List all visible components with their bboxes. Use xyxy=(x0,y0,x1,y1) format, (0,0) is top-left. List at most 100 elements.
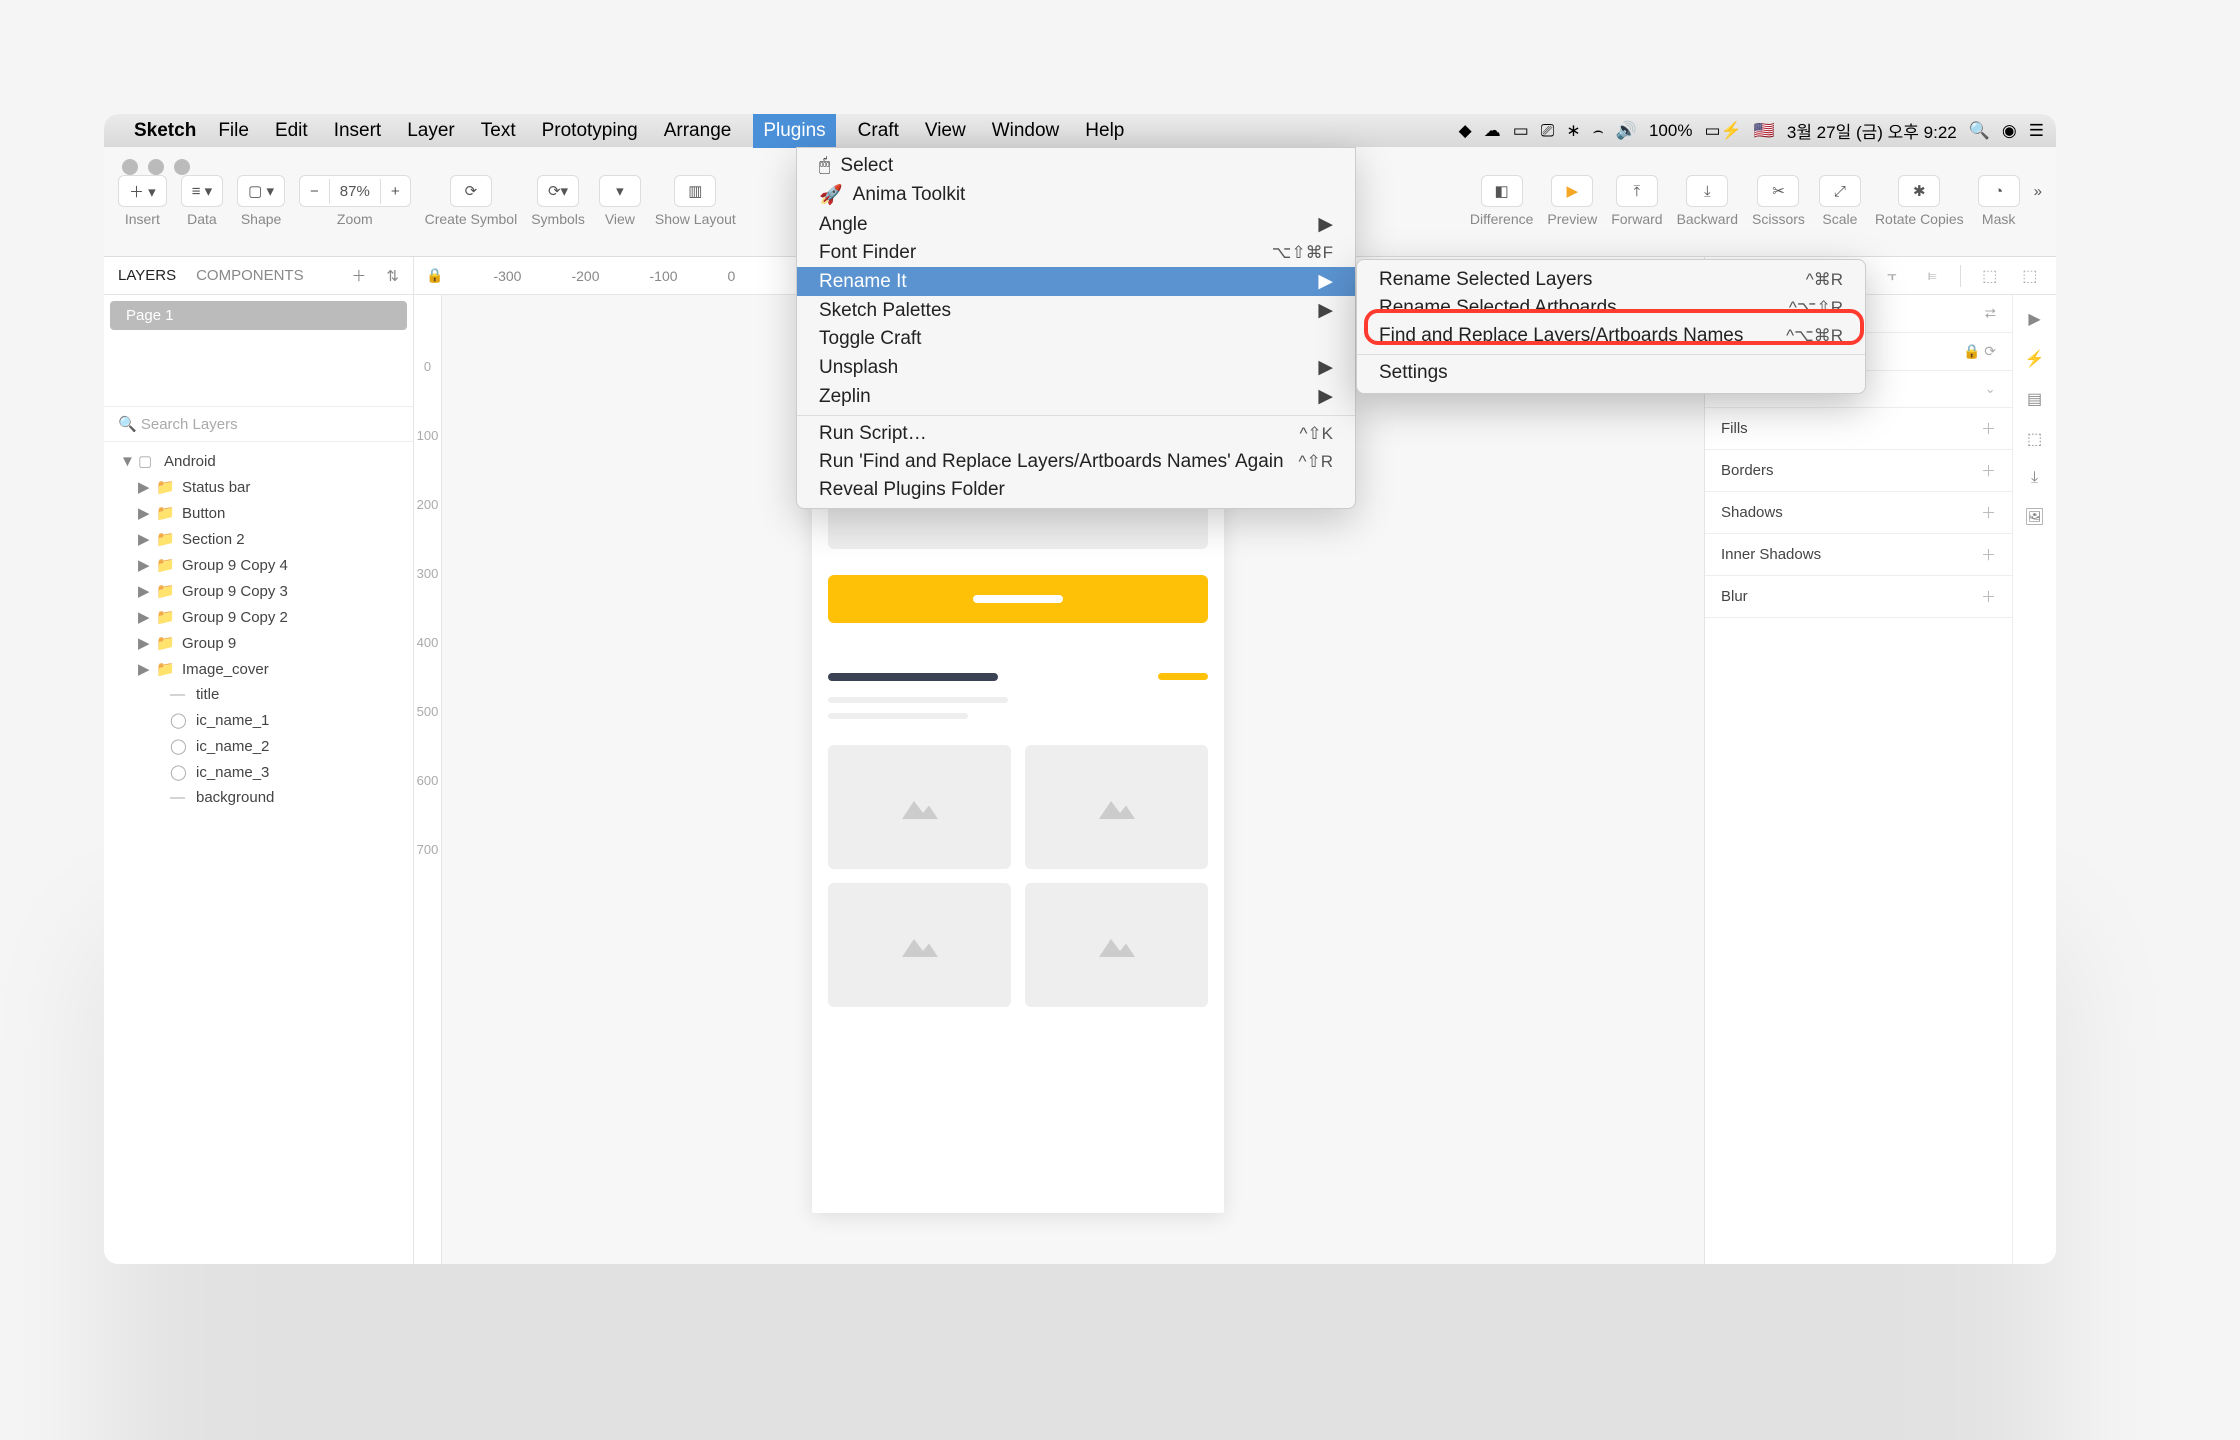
align-bottom-icon[interactable]: ⫢ xyxy=(1920,264,1944,288)
rename-submenu-item[interactable]: Settings xyxy=(1357,359,1865,387)
page-item[interactable]: Page 1 xyxy=(110,301,407,330)
tab-components[interactable]: COMPONENTS xyxy=(196,267,304,284)
plugins-menu-item[interactable]: Unsplash▶ xyxy=(797,353,1355,382)
section-blur[interactable]: Blur xyxy=(1721,588,1748,605)
filter-icon[interactable]: ⇅ xyxy=(386,267,399,285)
siri-icon[interactable]: ◉ xyxy=(2002,121,2017,141)
mask-button[interactable]: ◔ xyxy=(1978,175,2020,207)
spotlight-icon[interactable]: 🔍 xyxy=(1969,121,1990,141)
menu-window[interactable]: Window xyxy=(988,120,1064,142)
layer-row[interactable]: ▶📁Image_cover xyxy=(104,656,413,682)
zoom-out-button[interactable]: − xyxy=(300,179,329,204)
zoom-value[interactable]: 87% xyxy=(329,179,380,204)
difference-button[interactable]: ◧ xyxy=(1481,175,1523,207)
plugins-menu-item[interactable]: 🚀Anima Toolkit xyxy=(797,180,1355,210)
add-page-icon[interactable]: ＋ xyxy=(351,265,366,286)
preview-button[interactable]: ▶ xyxy=(1551,175,1593,207)
maximize-window-icon[interactable] xyxy=(174,159,190,175)
layer-row[interactable]: ◯ic_name_3 xyxy=(104,759,413,785)
layer-row[interactable]: ▶📁Group 9 Copy 4 xyxy=(104,552,413,578)
layer-row[interactable]: ▶📁Section 2 xyxy=(104,526,413,552)
menu-file[interactable]: File xyxy=(214,120,253,142)
plugins-menu-item[interactable]: Toggle Craft xyxy=(797,325,1355,353)
add-blur-button[interactable]: ＋ xyxy=(1981,586,1996,607)
app-name[interactable]: Sketch xyxy=(134,120,196,142)
layer-row[interactable]: ▶📁Group 9 xyxy=(104,630,413,656)
add-fill-button[interactable]: ＋ xyxy=(1981,418,1996,439)
close-window-icon[interactable] xyxy=(122,159,138,175)
scale-button[interactable]: ⤢ xyxy=(1819,175,1861,207)
shape-button[interactable]: ▢ ▾ xyxy=(238,178,284,204)
plugins-menu-item[interactable]: Run 'Find and Replace Layers/Artboards N… xyxy=(797,448,1355,476)
add-inner-shadow-button[interactable]: ＋ xyxy=(1981,544,1996,565)
layer-row[interactable]: ▶📁Group 9 Copy 2 xyxy=(104,604,413,630)
menu-craft[interactable]: Craft xyxy=(854,120,903,142)
layer-row[interactable]: ◯ic_name_1 xyxy=(104,707,413,733)
rename-submenu-item[interactable]: Rename Selected Layers^⌘R xyxy=(1357,266,1865,294)
plugins-menu-item[interactable]: Angle▶ xyxy=(797,210,1355,239)
menu-prototyping[interactable]: Prototyping xyxy=(538,120,642,142)
lock-icon[interactable]: 🔒 xyxy=(426,267,443,284)
plugins-menu-item[interactable]: Run Script…^⇧K xyxy=(797,420,1355,448)
control-center-icon[interactable]: ☰ xyxy=(2029,121,2044,141)
layer-row[interactable]: ▶📁Button xyxy=(104,500,413,526)
menu-item-label: Run 'Find and Replace Layers/Artboards N… xyxy=(819,451,1284,473)
minimize-window-icon[interactable] xyxy=(148,159,164,175)
data-button[interactable]: ≡ ▾ xyxy=(182,178,222,204)
layer-name: Button xyxy=(182,505,225,522)
forward-button[interactable]: ⤒ xyxy=(1616,175,1658,207)
rotate-copies-button[interactable]: ✱ xyxy=(1898,175,1940,207)
distribute-v-icon[interactable]: ⬚ xyxy=(2018,264,2042,288)
zoom-in-button[interactable]: + xyxy=(380,179,410,204)
image-icon[interactable]: 🖼 xyxy=(2024,507,2044,527)
menu-edit[interactable]: Edit xyxy=(271,120,312,142)
inspector-panel: X Y ⮂ W H 🔒 ⟳ STYLE⌄ Fills＋ Borders＋ Sha… xyxy=(1704,295,2056,1264)
menu-help[interactable]: Help xyxy=(1081,120,1128,142)
layer-name: Image_cover xyxy=(182,661,269,678)
plugins-menu-item[interactable]: Font Finder⌥⇧⌘F xyxy=(797,239,1355,267)
layer-row[interactable]: —background xyxy=(104,785,413,810)
menu-text[interactable]: Text xyxy=(477,120,520,142)
layer-row[interactable]: —title xyxy=(104,682,413,707)
symbols-button[interactable]: ⟳▾ xyxy=(537,175,579,207)
view-button[interactable]: ▾ xyxy=(599,175,641,207)
menu-insert[interactable]: Insert xyxy=(330,120,386,142)
add-shadow-button[interactable]: ＋ xyxy=(1981,502,1996,523)
section-fills[interactable]: Fills xyxy=(1721,420,1748,437)
menu-plugins[interactable]: Plugins xyxy=(753,114,835,148)
layer-artboard[interactable]: ▼▢Android xyxy=(104,448,413,474)
tab-layers[interactable]: LAYERS xyxy=(118,267,176,284)
layout-icon[interactable]: ▤ xyxy=(2027,389,2042,409)
create-symbol-button[interactable]: ⟳ xyxy=(450,175,492,207)
plugins-menu-item[interactable]: Rename It▶ xyxy=(797,267,1355,296)
layer-row[interactable]: ▶📁Group 9 Copy 3 xyxy=(104,578,413,604)
add-border-button[interactable]: ＋ xyxy=(1981,460,1996,481)
layer-row[interactable]: ◯ic_name_2 xyxy=(104,733,413,759)
layer-row[interactable]: ▶📁Status bar xyxy=(104,474,413,500)
section-borders[interactable]: Borders xyxy=(1721,462,1774,479)
align-middle-icon[interactable]: ⫟ xyxy=(1880,264,1904,288)
menu-layer[interactable]: Layer xyxy=(403,120,459,142)
export-icon[interactable]: ⤓ xyxy=(2031,469,2038,487)
search-layers-input[interactable]: 🔍 Search Layers xyxy=(104,406,413,442)
section-inner-shadows[interactable]: Inner Shadows xyxy=(1721,546,1821,563)
rename-submenu-item[interactable]: Find and Replace Layers/Artboards Names^… xyxy=(1357,322,1865,350)
resize-icon[interactable]: ⬚ xyxy=(2027,429,2042,449)
plugins-menu-item[interactable]: Sketch Palettes▶ xyxy=(797,296,1355,325)
insert-button[interactable]: ＋ ▾ xyxy=(119,177,166,206)
section-shadows[interactable]: Shadows xyxy=(1721,504,1783,521)
distribute-h-icon[interactable]: ⬚ xyxy=(1978,264,2002,288)
scissors-button[interactable]: ✂ xyxy=(1757,175,1799,207)
menu-arrange[interactable]: Arrange xyxy=(660,120,736,142)
backward-button[interactable]: ⤓ xyxy=(1686,175,1728,207)
show-layout-button[interactable]: ▥ xyxy=(674,175,716,207)
plugins-menu-item[interactable]: 🖱Select xyxy=(797,152,1355,180)
menu-item-label: Select xyxy=(840,155,893,177)
chevron-down-icon[interactable]: ⌄ xyxy=(1985,381,1996,397)
plugins-menu-item[interactable]: Zeplin▶ xyxy=(797,382,1355,411)
bolt-icon[interactable]: ⚡ xyxy=(2025,349,2045,369)
rename-submenu-item[interactable]: Rename Selected Artboards^⌥⇧R xyxy=(1357,294,1865,322)
prototype-play-icon[interactable]: ▶ xyxy=(2028,309,2040,329)
menu-view[interactable]: View xyxy=(921,120,970,142)
plugins-menu-item[interactable]: Reveal Plugins Folder xyxy=(797,476,1355,504)
